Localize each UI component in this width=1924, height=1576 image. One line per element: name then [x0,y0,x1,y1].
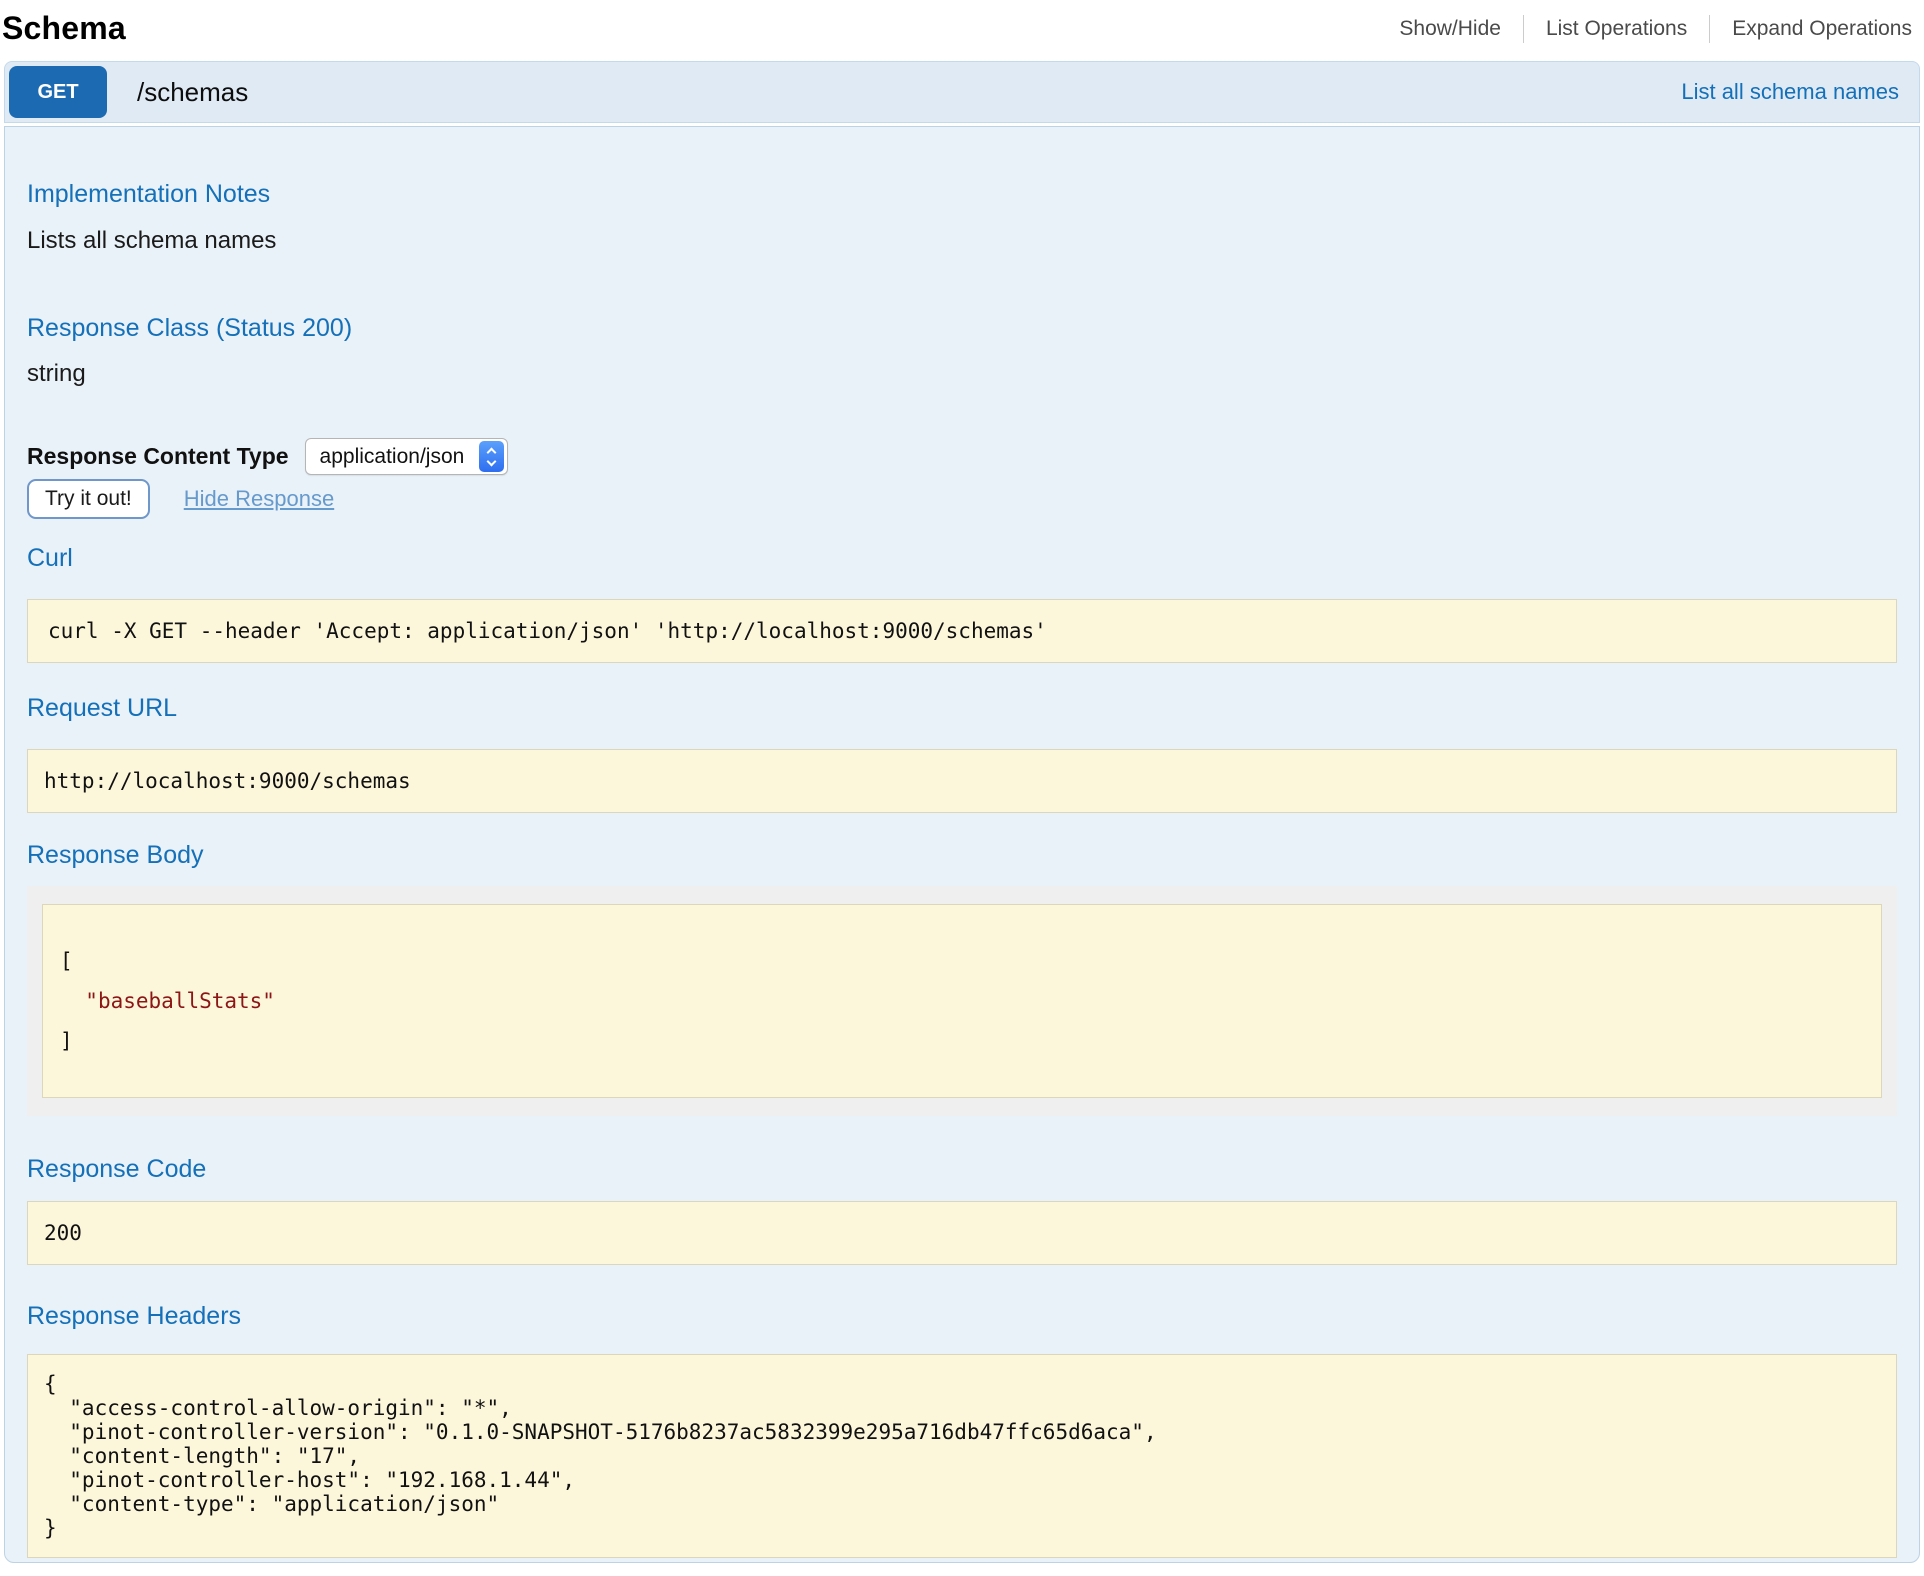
response-content-type-row: Response Content Type application/json [27,438,1897,475]
try-it-out-button[interactable]: Try it out! [27,479,150,519]
implementation-notes-text: Lists all schema names [27,227,1897,255]
operation-heading[interactable]: GET /schemas List all schema names [4,61,1920,123]
response-class-heading: Response Class (Status 200) [27,313,1897,343]
selected-content-type: application/json [320,445,477,469]
page-title: Schema [2,10,126,47]
response-headers-heading: Response Headers [27,1301,1897,1331]
operation-content: Implementation Notes Lists all schema na… [4,126,1920,1563]
json-open-bracket: [ [60,949,73,973]
select-chevrons-icon [479,441,504,472]
request-url-heading: Request URL [27,693,1897,723]
response-body-json: [ "baseballStats" ] [42,904,1882,1098]
list-operations-link[interactable]: List Operations [1524,15,1710,43]
request-url-value: http://localhost:9000/schemas [27,749,1897,813]
response-body-heading: Response Body [27,840,1897,870]
json-string-value: "baseballStats" [85,989,275,1013]
response-class-text: string [27,360,1897,388]
curl-command: curl -X GET --header 'Accept: applicatio… [27,599,1897,663]
implementation-notes-heading: Implementation Notes [27,179,1897,209]
hide-response-link[interactable]: Hide Response [184,486,334,512]
resource-options: Show/Hide List Operations Expand Operati… [1377,15,1916,43]
response-content-type-select[interactable]: application/json [305,438,509,475]
http-method-button[interactable]: GET [9,66,107,118]
response-content-type-label: Response Content Type [27,443,289,470]
curl-heading: Curl [27,543,1897,573]
response-headers-json: { "access-control-allow-origin": "*", "p… [27,1354,1897,1558]
show-hide-link[interactable]: Show/Hide [1377,15,1524,43]
response-body-container: [ "baseballStats" ] [27,886,1897,1116]
response-code-heading: Response Code [27,1154,1897,1184]
operation-get-schemas: GET /schemas List all schema names Imple… [4,61,1920,1563]
expand-operations-link[interactable]: Expand Operations [1710,15,1916,43]
response-code-value: 200 [27,1201,1897,1265]
sandbox-row: Try it out! Hide Response [27,479,1897,519]
top-bar: Schema Show/Hide List Operations Expand … [0,0,1924,61]
operation-nickname-link[interactable]: List all schema names [1681,79,1915,105]
operation-path-link[interactable]: /schemas [137,77,248,108]
json-close-bracket: ] [60,1029,73,1053]
